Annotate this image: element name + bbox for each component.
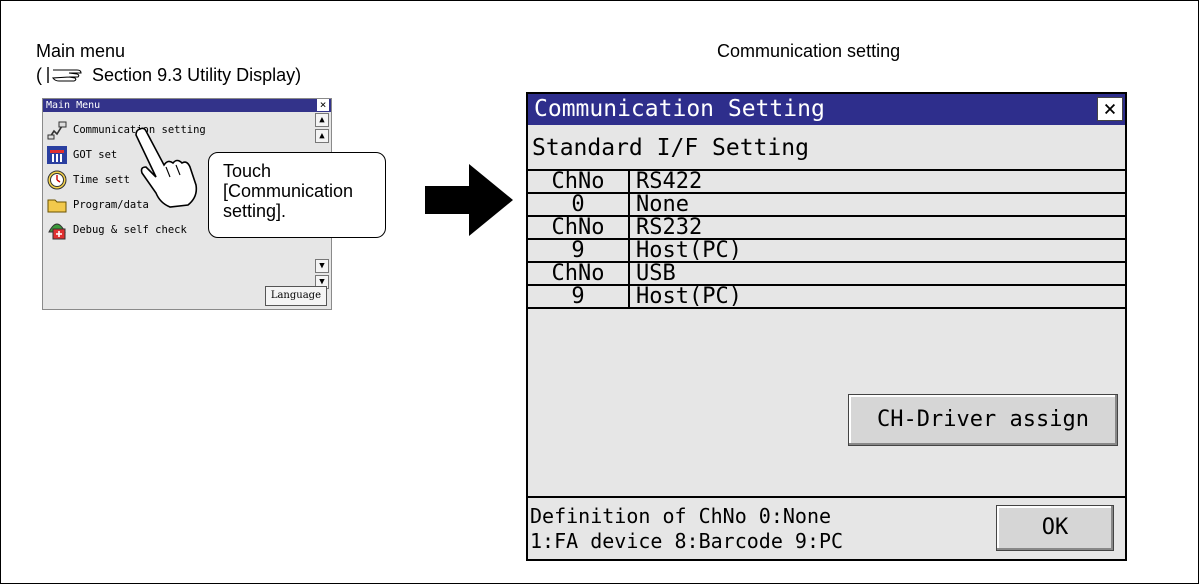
menu-item-label: Debug & self check [73, 224, 187, 236]
comm-setting-title: Communication Setting [534, 96, 825, 122]
definition-line-1: Definition of ChNo 0:None [530, 504, 832, 528]
language-button[interactable]: Language [264, 286, 327, 306]
driver-cell[interactable]: None [629, 193, 1125, 217]
comm-setting-close-button[interactable]: × [1097, 97, 1123, 122]
reference-hand-icon [47, 67, 82, 83]
interface-header-cell: RS422 [629, 171, 1125, 194]
table-row[interactable]: ChNo RS422 [528, 171, 1125, 194]
menu-item-label: Time sett [73, 174, 130, 186]
right-arrow-icon [425, 164, 513, 236]
driver-cell[interactable]: Host(PC) [629, 285, 1125, 309]
communication-setting-caption: Communication setting [717, 41, 901, 61]
menu-item-time-setting[interactable]: Time sett [47, 169, 130, 191]
reference-open-paren: ( [36, 65, 42, 85]
channel-number-cell[interactable]: 0 [528, 193, 630, 217]
got-set-icon [47, 146, 67, 164]
folder-icon [47, 199, 67, 213]
table-row[interactable]: 9 Host(PC) [528, 239, 1125, 263]
menu-item-label: GOT set [73, 149, 118, 161]
definition-line-2: 1:FA device 8:Barcode 9:PC [530, 529, 844, 553]
channel-header-cell: ChNo [528, 262, 630, 286]
communication-setting-window: Communication Setting × Standard I/F Set… [526, 92, 1127, 561]
ch-driver-assign-button[interactable]: CH-Driver assign [848, 394, 1118, 446]
comm-setting-title-bar: Communication Setting × [528, 94, 1125, 125]
ok-button[interactable]: OK [996, 505, 1114, 551]
scroll-up-icon[interactable]: ▲ [315, 129, 329, 143]
reference-text: Section 9.3 Utility Display) [92, 65, 302, 85]
callout-line-2: [Communication [223, 181, 354, 201]
debug-icon [48, 223, 66, 240]
main-menu-close-button[interactable]: × [317, 99, 329, 111]
driver-cell[interactable]: Host(PC) [629, 239, 1125, 263]
channel-table: ChNo RS422 0 None ChNo RS232 9 Host(PC) … [528, 171, 1125, 309]
channel-header-cell: ChNo [528, 171, 630, 194]
touch-hand-icon [135, 127, 198, 208]
comm-setting-footer: Definition of ChNo 0:None 1:FA device 8:… [528, 496, 1125, 559]
scroll-down-icon[interactable]: ▼ [315, 259, 329, 273]
touch-callout: Touch [Communication setting]. [208, 152, 386, 238]
table-row[interactable]: 9 Host(PC) [528, 285, 1125, 309]
standard-if-setting-heading: Standard I/F Setting [528, 125, 1125, 171]
main-menu-title: Main Menu [46, 100, 101, 111]
menu-item-got-set[interactable]: GOT set [47, 144, 117, 166]
channel-definition-note: Definition of ChNo 0:None 1:FA device 8:… [530, 504, 843, 554]
interface-header-cell: USB [629, 262, 1125, 286]
callout-line-1: Touch [223, 161, 272, 181]
table-row[interactable]: ChNo USB [528, 262, 1125, 286]
scroll-top-icon[interactable]: ▲ [315, 113, 329, 127]
interface-header-cell: RS232 [629, 216, 1125, 240]
channel-number-cell[interactable]: 9 [528, 239, 630, 263]
section-reference: ( Section 9.3 Utility Display) [36, 64, 301, 86]
clock-icon [47, 170, 67, 190]
main-menu-caption: Main menu [36, 41, 126, 61]
channel-header-cell: ChNo [528, 216, 630, 240]
communication-icon [47, 121, 67, 140]
main-menu-title-bar: Main Menu × [43, 99, 331, 112]
table-row[interactable]: ChNo RS232 [528, 216, 1125, 240]
menu-item-debug-self-check[interactable]: Debug & self check [47, 219, 187, 241]
table-row[interactable]: 0 None [528, 193, 1125, 217]
channel-number-cell[interactable]: 9 [528, 285, 630, 309]
callout-line-3: setting]. [223, 201, 287, 221]
